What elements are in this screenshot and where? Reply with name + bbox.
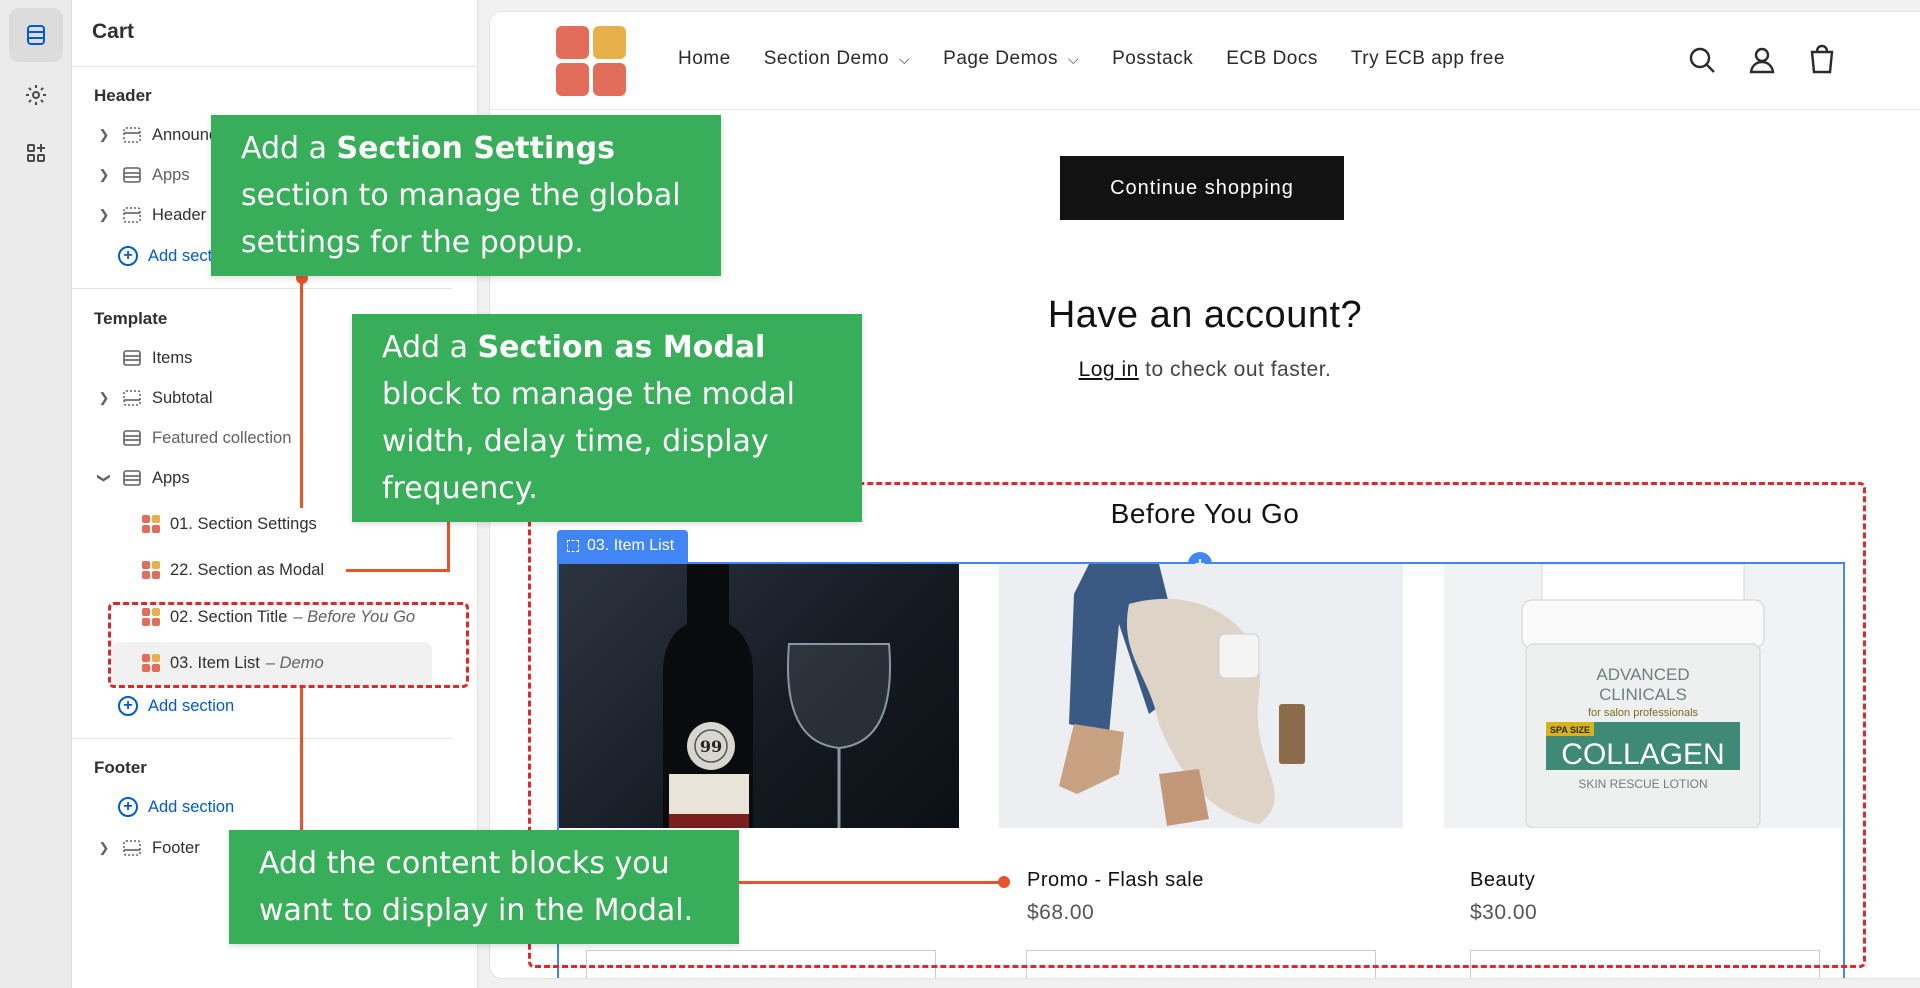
callout-bold-text: Section as Modal bbox=[477, 330, 766, 365]
chevron-right-icon[interactable]: ❯ bbox=[96, 207, 112, 223]
tree-item-label: Footer bbox=[152, 838, 200, 857]
main-nav: Home Section Demo ⌵ Page Demos ⌵ Posstack … bbox=[678, 48, 1505, 70]
callout-text: block to manage the modal width, delay t… bbox=[382, 377, 795, 506]
section-icon bbox=[123, 350, 141, 366]
callout-text: Add the content blocks you want to displ… bbox=[259, 846, 694, 928]
callout-text: Add a bbox=[241, 131, 337, 166]
divider bbox=[72, 288, 452, 289]
section-icon bbox=[123, 207, 141, 223]
cart-icon[interactable] bbox=[1806, 44, 1838, 76]
header-group-label: Header bbox=[94, 86, 152, 105]
callout-text: Add a bbox=[382, 330, 478, 365]
connector-line bbox=[738, 881, 1004, 884]
continue-shopping-button[interactable]: Continue shopping bbox=[1060, 156, 1344, 220]
nav-page-demos[interactable]: Page Demos ⌵ bbox=[943, 48, 1079, 70]
account-icon[interactable] bbox=[1746, 44, 1778, 76]
divider bbox=[72, 738, 452, 739]
chevron-right-icon[interactable]: ❯ bbox=[96, 167, 112, 183]
chevron-down-icon: ⌵ bbox=[1068, 50, 1080, 67]
add-section-template-button[interactable]: + Add section bbox=[118, 688, 234, 724]
connector-line bbox=[300, 278, 303, 508]
nav-try-ecb[interactable]: Try ECB app free bbox=[1351, 48, 1505, 70]
tree-item-label: Featured collection bbox=[152, 428, 292, 447]
tree-item-label: Header bbox=[152, 205, 207, 224]
store-logo[interactable] bbox=[556, 26, 626, 96]
add-section-footer-button[interactable]: + Add section bbox=[118, 789, 234, 825]
nav-home[interactable]: Home bbox=[678, 48, 731, 70]
tree-item-footer[interactable]: ❯ Footer bbox=[96, 828, 200, 868]
store-header: Home Section Demo ⌵ Page Demos ⌵ Posstack … bbox=[490, 12, 1920, 110]
tree-item-label: Apps bbox=[152, 468, 190, 487]
add-section-label: Add section bbox=[148, 797, 235, 816]
app-embeds-icon[interactable] bbox=[9, 126, 63, 180]
plus-circle-icon: + bbox=[118, 797, 138, 817]
add-section-label: Add section bbox=[148, 696, 235, 715]
app-block-label: 22. Section as Modal bbox=[170, 560, 325, 579]
app-block-label: 01. Section Settings bbox=[170, 514, 317, 533]
connector-line bbox=[300, 688, 303, 830]
nav-label: Section Demo bbox=[763, 48, 890, 69]
tree-item-label: Apps bbox=[152, 165, 190, 184]
footer-group-label: Footer bbox=[94, 758, 147, 777]
tree-item-label: Items bbox=[152, 348, 193, 367]
chevron-down-icon[interactable]: ❯ bbox=[96, 470, 112, 486]
nav-section-demo[interactable]: Section Demo ⌵ bbox=[764, 48, 910, 70]
section-icon bbox=[123, 167, 141, 183]
nav-label: Page Demos bbox=[943, 48, 1058, 69]
section-icon bbox=[123, 390, 141, 406]
section-icon bbox=[123, 840, 141, 856]
app-block-icon bbox=[142, 561, 160, 579]
theme-settings-gear-icon[interactable] bbox=[9, 68, 63, 122]
chevron-right-icon[interactable]: ❯ bbox=[96, 127, 112, 143]
callout-section-settings: Add a Section Settings section to manage… bbox=[211, 115, 721, 276]
app-block-section-as-modal[interactable]: 22. Section as Modal bbox=[142, 550, 324, 590]
content-blocks-highlight bbox=[108, 602, 469, 688]
sections-icon[interactable] bbox=[9, 8, 63, 62]
section-icon bbox=[123, 470, 141, 486]
tree-item-featured-collection[interactable]: ❯ Featured collection bbox=[96, 418, 291, 458]
tree-item-template-apps[interactable]: ❯ Apps bbox=[96, 458, 190, 498]
section-icon bbox=[123, 127, 141, 143]
tree-item-items[interactable]: ❯ Items bbox=[96, 338, 192, 378]
nav-ecb-docs[interactable]: ECB Docs bbox=[1226, 48, 1318, 70]
chevron-right-icon[interactable]: ❯ bbox=[96, 840, 112, 856]
plus-circle-icon: + bbox=[118, 246, 138, 266]
connector-line bbox=[346, 569, 450, 572]
section-icon bbox=[123, 430, 141, 446]
tree-item-header[interactable]: ❯ Header bbox=[96, 195, 207, 235]
tree-item-header-apps[interactable]: ❯ Apps bbox=[96, 155, 190, 195]
template-group-label: Template bbox=[94, 309, 168, 328]
plus-circle-icon: + bbox=[118, 696, 138, 716]
tree-item-label: Subtotal bbox=[152, 388, 213, 407]
search-icon[interactable] bbox=[1686, 44, 1718, 76]
nav-posstack[interactable]: Posstack bbox=[1112, 48, 1193, 70]
callout-text: section to manage the global settings fo… bbox=[241, 178, 681, 260]
account-subtext-rest: to check out faster. bbox=[1138, 358, 1332, 381]
divider bbox=[72, 66, 478, 67]
chevron-down-icon: ⌵ bbox=[899, 50, 911, 67]
callout-section-as-modal: Add a Section as Modal block to manage t… bbox=[352, 314, 862, 522]
app-block-section-settings[interactable]: 01. Section Settings bbox=[142, 504, 317, 544]
connector-dot bbox=[998, 876, 1010, 888]
callout-bold-text: Section Settings bbox=[336, 131, 615, 166]
chevron-right-icon[interactable]: ❯ bbox=[96, 390, 112, 406]
callout-content-blocks: Add the content blocks you want to displ… bbox=[229, 830, 739, 944]
tree-item-subtotal[interactable]: ❯ Subtotal bbox=[96, 378, 213, 418]
left-rail bbox=[0, 0, 72, 988]
page-title: Cart bbox=[92, 20, 135, 43]
login-link[interactable]: Log in bbox=[1079, 358, 1139, 381]
app-block-icon bbox=[142, 515, 160, 533]
